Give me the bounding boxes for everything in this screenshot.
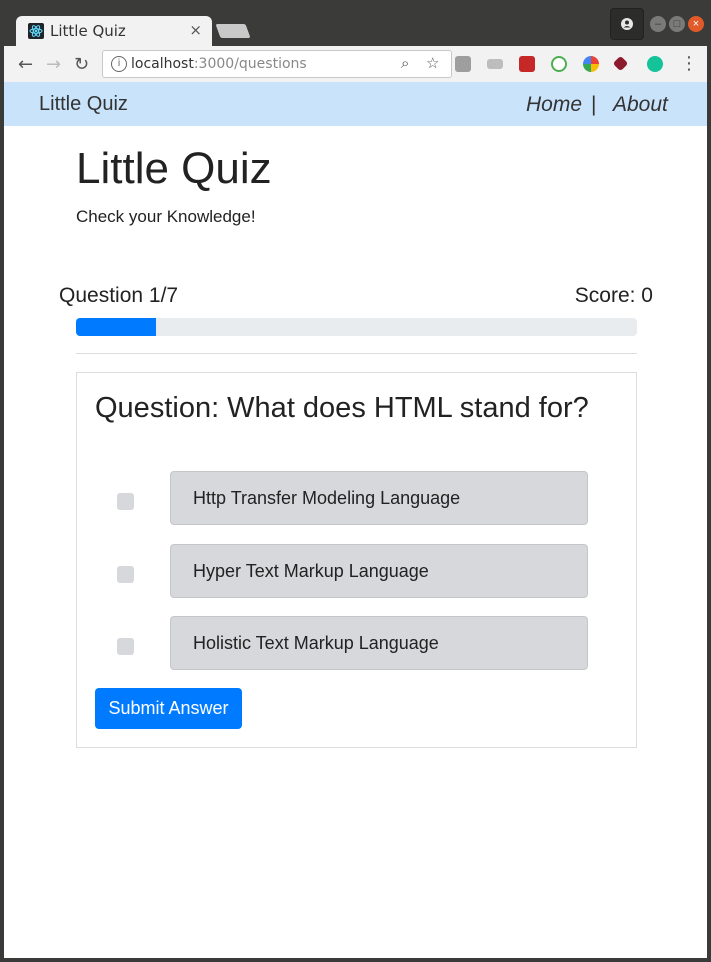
new-tab-button[interactable]: [215, 24, 251, 38]
react-icon: [28, 23, 44, 39]
answer-button[interactable]: Hyper Text Markup Language: [170, 544, 588, 598]
minimize-icon[interactable]: –: [650, 16, 666, 32]
answer-option: Hyper Text Markup Language: [77, 544, 636, 598]
info-icon[interactable]: i: [111, 56, 127, 72]
grammarly-icon[interactable]: [647, 56, 663, 72]
answer-checkbox[interactable]: [117, 493, 134, 510]
answer-label: Hyper Text Markup Language: [193, 561, 429, 581]
extension-chrome-icon[interactable]: [583, 56, 599, 72]
question-counter: Question 1/7: [59, 284, 179, 307]
answer-option: Holistic Text Markup Language: [77, 616, 636, 670]
tab-close-icon[interactable]: ×: [189, 21, 202, 39]
navbar: Little Quiz Home | About: [4, 82, 707, 126]
profile-button[interactable]: [610, 8, 644, 40]
address-bar[interactable]: i localhost:3000/questions ⌕ ☆: [102, 50, 452, 78]
menu-icon[interactable]: ⋮: [680, 53, 698, 74]
answer-label: Holistic Text Markup Language: [193, 633, 439, 653]
extension-diamond-icon[interactable]: [612, 55, 629, 72]
extension-reader-icon[interactable]: [487, 59, 503, 69]
question-card: Question: What does HTML stand for? Http…: [76, 372, 637, 748]
bookmark-star-icon[interactable]: ☆: [426, 54, 439, 72]
url-text: localhost:3000/questions: [131, 56, 307, 72]
answer-checkbox[interactable]: [117, 566, 134, 583]
divider: [76, 353, 637, 354]
progress-bar: [76, 318, 637, 336]
tab-title: Little Quiz: [50, 22, 126, 40]
extension-circle-icon[interactable]: [551, 56, 567, 72]
zoom-icon[interactable]: ⌕: [401, 54, 409, 72]
nav-about-link[interactable]: About: [613, 93, 668, 117]
browser-toolbar: ← → ↻ i localhost:3000/questions ⌕ ☆ ⋮: [4, 46, 707, 83]
browser-tab[interactable]: Little Quiz ×: [16, 16, 212, 46]
answer-button[interactable]: Http Transfer Modeling Language: [170, 471, 588, 525]
answer-button[interactable]: Holistic Text Markup Language: [170, 616, 588, 670]
reload-icon[interactable]: ↻: [74, 54, 89, 75]
account-icon: [621, 18, 633, 30]
answer-checkbox[interactable]: [117, 638, 134, 655]
page-title: Little Quiz: [76, 144, 272, 193]
page-viewport: Little Quiz Home | About Little Quiz Che…: [4, 82, 707, 958]
page-subtitle: Check your Knowledge!: [76, 207, 256, 226]
close-window-icon[interactable]: ×: [688, 16, 704, 32]
maximize-icon[interactable]: □: [669, 16, 685, 32]
browser-titlebar: Little Quiz × – □ ×: [0, 0, 711, 46]
nav-home-link[interactable]: Home: [526, 93, 582, 117]
forward-icon[interactable]: →: [46, 54, 61, 75]
question-text: Question: What does HTML stand for?: [95, 392, 589, 424]
extension-g-icon[interactable]: [455, 56, 471, 72]
submit-answer-button[interactable]: Submit Answer: [95, 688, 242, 729]
answer-label: Http Transfer Modeling Language: [193, 488, 461, 508]
extension-red-icon[interactable]: [519, 56, 535, 72]
answer-option: Http Transfer Modeling Language: [77, 471, 636, 525]
back-icon[interactable]: ←: [18, 54, 33, 75]
nav-separator: |: [591, 93, 597, 116]
progress-bar-fill: [76, 318, 157, 336]
navbar-brand[interactable]: Little Quiz: [39, 93, 128, 116]
score-label: Score: 0: [574, 284, 653, 307]
